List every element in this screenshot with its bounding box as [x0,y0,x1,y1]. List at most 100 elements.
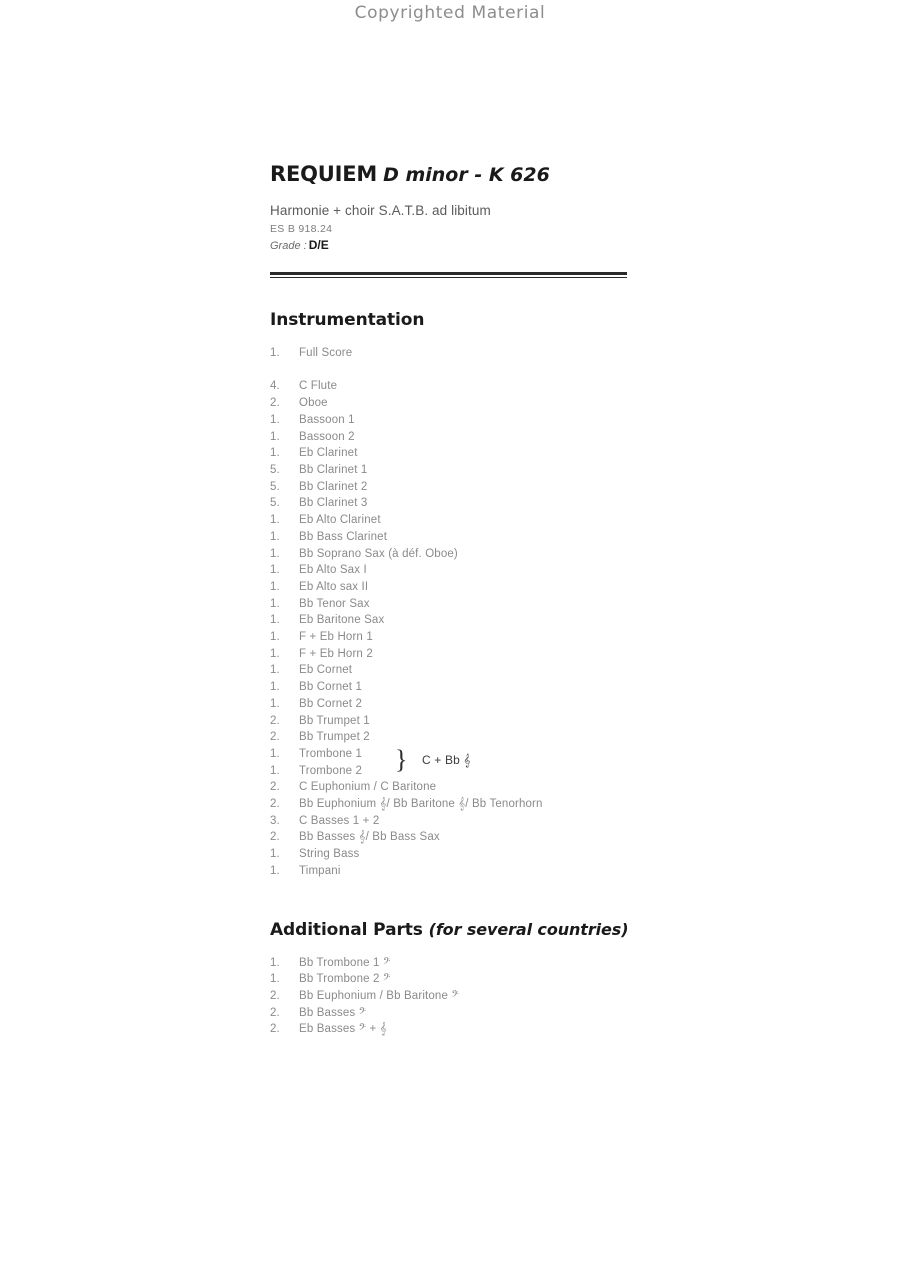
list-item: 4. C Flute [270,378,830,395]
item-label: Trombone 2 [299,764,363,777]
brace-icon: } [395,744,408,774]
item-label: Eb Alto Clarinet [299,514,381,527]
item-quantity: 2. [270,1023,280,1036]
list-item: 1. Eb Alto sax II [270,579,830,596]
item-label: Eb Alto sax II [299,580,369,593]
item-label: Eb Alto Sax I [299,564,367,577]
instrumentation-heading: Instrumentation [270,310,425,331]
item-label: Eb Cornet [299,664,353,677]
grade-row: Grade : D/E [270,238,830,252]
divider-rule-thick [270,272,627,276]
list-item: 1. Eb Alto Clarinet [270,512,830,529]
item-label: Bb Clarinet 3 [299,497,368,510]
item-quantity: 1. [270,664,280,677]
item-quantity: 2. [270,781,280,794]
item-quantity: 1. [270,747,280,760]
instrumentation-score-list: 1. Full Score [270,345,830,362]
title-work-name: REQUIEM [270,162,378,186]
list-item: 1. Trombone 1 } C + Bb 𝄞 [270,745,830,774]
list-item: 1. F + Eb Horn 1 [270,629,830,646]
page-title: REQUIEM D minor - K 626 [270,162,830,187]
item-quantity: 1. [270,681,280,694]
item-label: Bassoon 1 [299,413,355,426]
list-item: 1. Full Score [270,345,830,362]
item-quantity: 1. [270,864,280,877]
item-label: Bassoon 2 [299,430,355,443]
list-item: 5. Bb Clarinet 2 [270,479,830,496]
item-quantity: 1. [270,697,280,710]
item-quantity: 2. [270,397,280,410]
list-item: 1. Bassoon 1 [270,412,830,429]
item-quantity: 2. [270,831,280,844]
item-quantity: 1. [270,580,280,593]
header-divider [270,272,627,279]
list-item: 3. C Basses 1 + 2 [270,813,830,830]
list-item: 5. Bb Clarinet 3 [270,495,830,512]
item-label: Bb Bass Clarinet [299,530,388,543]
list-item: 1. Bb Trombone 2 𝄢 [270,971,830,988]
item-label: Bb Cornet 1 [299,681,363,694]
ensemble-description: Harmonie + choir S.A.T.B. ad libitum [270,202,491,218]
item-label: C Euphonium / C Baritone [299,781,437,794]
list-item: 1. Bb Cornet 1 [270,679,830,696]
copyright-banner-text: Copyrighted Material [354,3,546,23]
item-label: Bb Basses 𝄞/ Bb Bass Sax [299,831,440,844]
list-item: 1. Bb Trombone 1 𝄢 [270,955,830,972]
item-quantity: 1. [270,956,280,969]
list-item: 2. Bb Euphonium / Bb Baritone 𝄢 [270,988,830,1005]
additional-parts-heading-main: Additional Parts [270,919,423,940]
list-item: 1. Bb Bass Clarinet [270,529,830,546]
item-label: Bb Clarinet 1 [299,464,368,476]
item-quantity: 4. [270,380,280,393]
item-label: Bb Trumpet 1 [299,714,370,727]
list-item: 2. C Euphonium / C Baritone [270,779,830,796]
item-quantity: 1. [270,347,280,360]
item-quantity: 1. [270,447,280,460]
list-item: 2. Bb Euphonium 𝄞/ Bb Baritone 𝄞/ Bb Teno… [270,796,830,813]
item-label: Bb Euphonium 𝄞/ Bb Baritone 𝄞/ Bb Tenorh… [299,798,543,811]
item-quantity: 5. [270,480,280,493]
grade-value: D/E [308,238,329,253]
list-item: 1. Timpani [270,863,830,880]
item-label: Eb Baritone Sax [299,614,385,627]
item-label: Full Score [299,347,353,360]
list-item: 1. Eb Clarinet [270,445,830,462]
item-quantity: 5. [270,497,280,510]
item-label: C Flute [299,380,338,393]
item-label: C Basses 1 + 2 [299,814,380,827]
item-quantity: 2. [270,714,280,727]
item-quantity: 1. [270,564,280,577]
item-quantity: 2. [270,731,280,744]
item-quantity: 1. [270,848,280,861]
item-quantity: 3. [270,814,280,827]
additional-parts-heading-note: (for several countries) [428,919,629,939]
score-info-sheet: REQUIEM D minor - K 626 Harmonie + choir … [270,162,830,1038]
list-item: 2. Bb Basses 𝄞/ Bb Bass Sax [270,829,830,846]
list-item: 1. String Bass [270,846,830,863]
item-label: Bb Clarinet 2 [299,480,368,493]
item-quantity: 1. [270,530,280,543]
item-label: F + Eb Horn 1 [299,631,373,644]
list-item: 1. Eb Cornet [270,662,830,679]
item-label: Bb Trumpet 2 [299,731,370,744]
copyright-banner: Copyrighted Material [0,0,900,23]
item-quantity: 1. [270,547,280,560]
item-label: Eb Basses 𝄢 + 𝄞 [299,1023,387,1036]
list-item: 1. Bb Cornet 2 [270,696,830,713]
list-item: 1. Bb Soprano Sax (à déf. Oboe) [270,546,830,563]
item-quantity: 1. [270,973,280,986]
item-quantity: 1. [270,597,280,610]
grade-label: Grade : [270,240,307,253]
item-label: Bb Basses 𝄢 [299,1006,367,1019]
list-item: 1. Trombone 2 [270,763,830,780]
additional-parts-heading: Additional Parts (for several countries) [270,920,830,940]
item-quantity: 2. [270,1006,280,1019]
list-item: 1. Eb Baritone Sax [270,612,830,629]
item-label: Bb Trombone 2 𝄢 [299,973,391,986]
list-item: 2. Bb Basses 𝄢 [270,1005,830,1022]
list-item: 2. Oboe [270,395,830,412]
item-label: Timpani [299,864,341,877]
brace-note-label: C + Bb 𝄞 [422,752,471,767]
item-label: Bb Euphonium / Bb Baritone 𝄢 [299,989,459,1002]
item-quantity: 5. [270,464,280,476]
